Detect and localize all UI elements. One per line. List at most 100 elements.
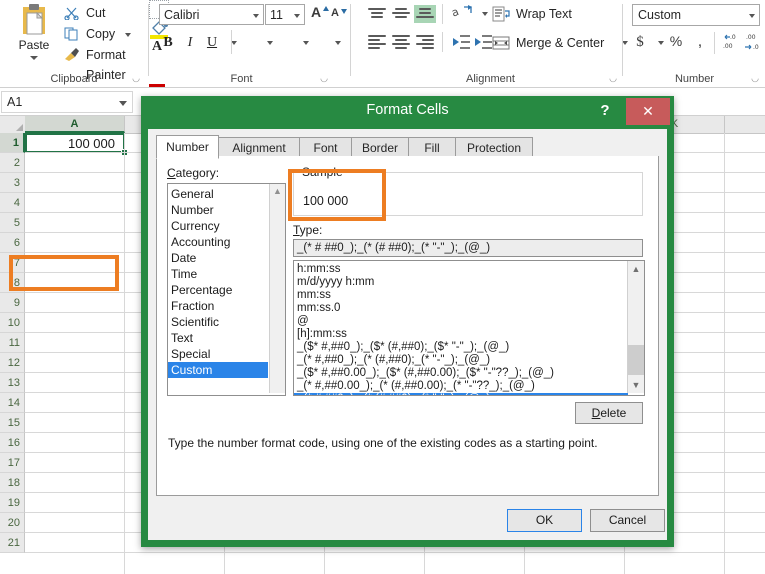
italic-button[interactable]: I <box>181 33 199 53</box>
type-item[interactable]: h:mm:ss <box>294 263 628 276</box>
row-header-19[interactable]: 19 <box>0 493 25 513</box>
active-cell-a1[interactable]: 100 000 <box>25 133 125 153</box>
copy-dropdown-caret-icon[interactable] <box>124 32 131 37</box>
dialog-tab-border[interactable]: Border <box>351 137 409 157</box>
row-header-21[interactable]: 21 <box>0 533 25 553</box>
row-header-16[interactable]: 16 <box>0 433 25 453</box>
category-item-number[interactable]: Number <box>168 202 268 218</box>
column-header-A[interactable]: A <box>25 116 125 133</box>
row-header-20[interactable]: 20 <box>0 513 25 533</box>
category-item-text[interactable]: Text <box>168 330 268 346</box>
dialog-tab-fill[interactable]: Fill <box>408 137 456 157</box>
category-item-scientific[interactable]: Scientific <box>168 314 268 330</box>
close-button[interactable]: ✕ <box>626 98 670 125</box>
align-middle-button[interactable] <box>390 5 412 23</box>
type-scrollbar[interactable]: ▲ ▼ <box>627 261 644 393</box>
decrease-decimal-button[interactable]: .00 .0 <box>744 33 762 53</box>
clipboard-dialog-launcher[interactable]: ◡ <box>132 73 140 84</box>
delete-button[interactable]: Delete <box>575 402 643 424</box>
font-color-caret-icon[interactable] <box>335 41 341 45</box>
row-header-1[interactable]: 1 <box>0 133 25 153</box>
help-button[interactable]: ? <box>596 102 614 120</box>
alignment-dialog-launcher[interactable]: ◡ <box>609 73 617 84</box>
type-item[interactable]: @ <box>294 315 628 328</box>
font-name-caret-icon[interactable] <box>253 14 259 18</box>
orientation-caret-icon[interactable] <box>482 12 488 16</box>
category-item-currency[interactable]: Currency <box>168 218 268 234</box>
copy-button[interactable]: Copy <box>64 24 131 44</box>
category-item-fraction[interactable]: Fraction <box>168 298 268 314</box>
comma-style-button[interactable]: , <box>692 33 708 51</box>
increase-decimal-button[interactable]: .0 .00 <box>722 33 740 53</box>
row-header-2[interactable]: 2 <box>0 153 25 173</box>
type-item[interactable]: mm:ss.0 <box>294 302 628 315</box>
category-item-accounting[interactable]: Accounting <box>168 234 268 250</box>
percent-style-button[interactable]: % <box>668 33 684 49</box>
row-header-4[interactable]: 4 <box>0 193 25 213</box>
underline-button[interactable]: U <box>203 33 221 53</box>
fill-color-caret-icon[interactable] <box>303 41 309 45</box>
row-header-5[interactable]: 5 <box>0 213 25 233</box>
column-header-H[interactable] <box>725 116 765 133</box>
category-item-percentage[interactable]: Percentage <box>168 282 268 298</box>
align-top-button[interactable] <box>366 5 388 23</box>
dialog-titlebar[interactable]: Format Cells ? ✕ <box>141 96 674 129</box>
dialog-tab-alignment[interactable]: Alignment <box>218 137 300 157</box>
row-header-9[interactable]: 9 <box>0 293 25 313</box>
type-input[interactable]: _(* # ##0_);_(* (# ##0);_(* "-"_);_(@_) <box>293 239 643 257</box>
type-item[interactable]: [h]:mm:ss <box>294 328 628 341</box>
increase-font-size-button[interactable]: A <box>311 4 329 20</box>
align-bottom-button[interactable] <box>414 5 436 23</box>
row-header-6[interactable]: 6 <box>0 233 25 253</box>
paste-button[interactable]: Paste <box>8 2 60 66</box>
row-header-14[interactable]: 14 <box>0 393 25 413</box>
align-center-button[interactable] <box>390 33 412 51</box>
decrease-font-size-button[interactable]: A <box>331 7 347 19</box>
type-item[interactable]: _(* #,##0_);_(* (#,##0);_(* "-"_);_(@_) <box>294 354 628 367</box>
accounting-caret-icon[interactable] <box>658 41 664 45</box>
number-format-dropdown[interactable]: Custom <box>632 4 760 26</box>
type-item[interactable]: _(* #,##0.00_);_(* (#,##0.00);_(* "-"??_… <box>294 380 628 393</box>
row-header-15[interactable]: 15 <box>0 413 25 433</box>
category-item-general[interactable]: General <box>168 186 268 202</box>
category-listbox[interactable]: Custom Special Text Scientific Fraction Perce… <box>167 183 286 396</box>
number-format-caret-icon[interactable] <box>749 14 755 18</box>
category-scrollbar[interactable]: ▲ <box>269 184 285 393</box>
font-dialog-launcher[interactable]: ◡ <box>320 73 328 84</box>
merge-and-center-button[interactable]: Merge & Center <box>490 32 604 54</box>
type-item[interactable]: m/d/yyyy h:mm <box>294 276 628 289</box>
font-name-input[interactable]: Calibri <box>159 4 264 25</box>
category-item-custom[interactable]: Custom <box>168 362 268 378</box>
row-header-13[interactable]: 13 <box>0 373 25 393</box>
ok-button[interactable]: OK <box>507 509 582 532</box>
bold-button[interactable]: B <box>159 33 177 53</box>
cut-button[interactable]: Cut <box>64 3 105 23</box>
decrease-indent-button[interactable] <box>450 33 472 51</box>
name-box-caret-icon[interactable] <box>119 101 127 106</box>
font-size-input[interactable]: 11 <box>265 4 305 25</box>
dialog-tab-font[interactable]: Font <box>299 137 352 157</box>
number-dialog-launcher[interactable]: ◡ <box>751 73 759 84</box>
row-header-3[interactable]: 3 <box>0 173 25 193</box>
paste-dropdown-caret-icon[interactable] <box>30 56 38 60</box>
row-header-10[interactable]: 10 <box>0 313 25 333</box>
dialog-tab-protection[interactable]: Protection <box>455 137 533 157</box>
select-all-corner[interactable] <box>0 116 26 134</box>
scroll-up-icon[interactable]: ▲ <box>270 184 285 199</box>
scroll-up-icon[interactable]: ▲ <box>628 261 644 277</box>
type-item[interactable]: _($* #,##0_);_($* (#,##0);_($* "-"_);_(@… <box>294 341 628 354</box>
dialog-tab-number[interactable]: Number <box>156 135 219 159</box>
accounting-format-button[interactable]: $ <box>632 33 648 51</box>
align-left-button[interactable] <box>366 33 388 51</box>
row-header-18[interactable]: 18 <box>0 473 25 493</box>
align-right-button[interactable] <box>414 33 436 51</box>
category-item-special[interactable]: Special <box>168 346 268 362</box>
category-item-time[interactable]: Time <box>168 266 268 282</box>
borders-dropdown-caret-icon[interactable] <box>267 41 273 45</box>
orientation-button[interactable]: a <box>450 4 474 22</box>
category-item-date[interactable]: Date <box>168 250 268 266</box>
cancel-button[interactable]: Cancel <box>590 509 665 532</box>
type-listbox[interactable]: _(* # ##0_);_(* (# ##0);_(* "-"_);_(@_)_… <box>293 260 645 396</box>
scroll-thumb[interactable] <box>628 345 644 375</box>
font-size-caret-icon[interactable] <box>294 14 300 18</box>
